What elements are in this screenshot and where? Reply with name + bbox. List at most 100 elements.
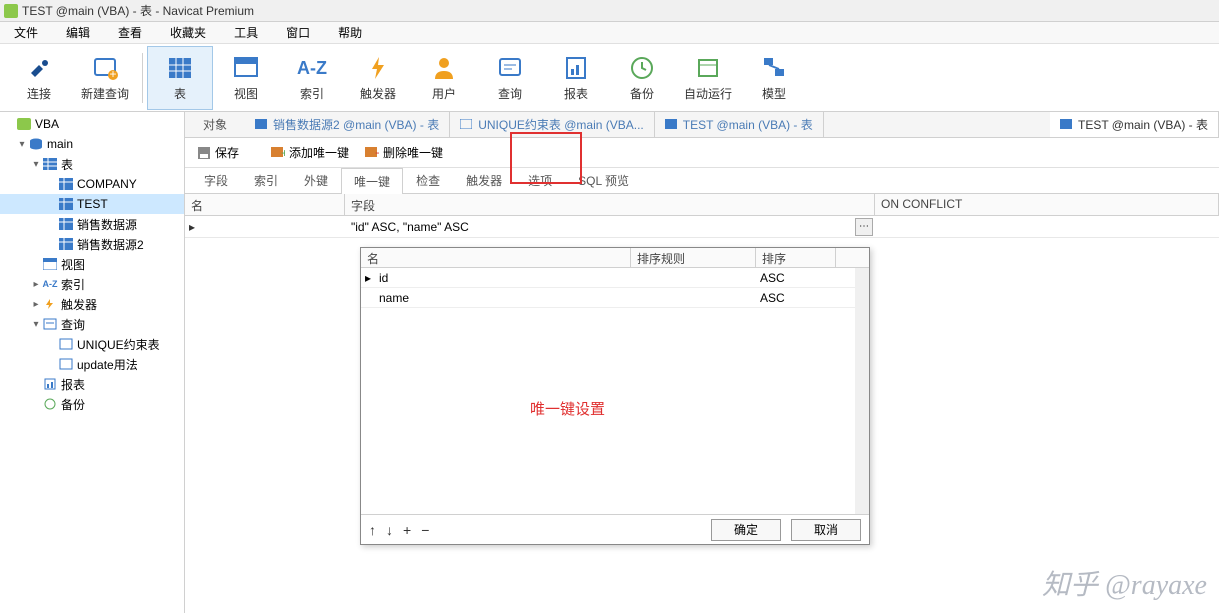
tree-schema-main[interactable]: ▾main (0, 134, 184, 154)
menu-help[interactable]: 帮助 (324, 22, 376, 43)
col-name[interactable]: 名 (185, 194, 345, 215)
grid-header: 名 字段 ON CONFLICT (185, 194, 1219, 216)
query-icon (460, 119, 474, 131)
tree-query-unique[interactable]: UNIQUE约束表 (0, 334, 184, 354)
cell-field[interactable]: "id" ASC, "name" ASC ⋯ (345, 218, 875, 236)
ribbon-auto[interactable]: 自动运行 (675, 46, 741, 110)
table-icon (58, 217, 74, 231)
delete-unique-button[interactable]: −删除唯一键 (359, 142, 449, 163)
grid-row[interactable]: ▸ "id" ASC, "name" ASC ⋯ (185, 216, 1219, 238)
menu-file[interactable]: 文件 (0, 22, 52, 43)
field-picker-popup: 名 排序规则 排序 ▸ id ASC name ASC ↑ ↓ + − 确定 取… (360, 247, 870, 545)
ok-button[interactable]: 确定 (711, 519, 781, 541)
trigger-icon (42, 297, 58, 311)
delete-icon: − (365, 147, 379, 159)
subtab-options[interactable]: 选项 (515, 167, 565, 193)
tree-db-vba[interactable]: VBA (0, 114, 184, 134)
expand-icon[interactable]: ▸ (30, 299, 42, 310)
ribbon-table[interactable]: 表 (147, 46, 213, 110)
subtab-sql[interactable]: SQL 预览 (565, 167, 642, 193)
expand-icon[interactable]: ▾ (30, 159, 42, 170)
add-unique-button[interactable]: +添加唯一键 (265, 142, 355, 163)
tree-table-sales1[interactable]: 销售数据源 (0, 214, 184, 234)
subtab-fields[interactable]: 字段 (191, 167, 241, 193)
separator (142, 53, 143, 103)
popup-col-order[interactable]: 排序 (756, 248, 836, 267)
tree-tables-folder[interactable]: ▾表 (0, 154, 184, 174)
tree-backup-folder[interactable]: 备份 (0, 394, 184, 414)
move-down-button[interactable]: ↓ (386, 522, 393, 538)
menu-edit[interactable]: 编辑 (52, 22, 104, 43)
ribbon-view[interactable]: 视图 (213, 46, 279, 110)
plug-icon (24, 53, 54, 83)
tree-table-test[interactable]: TEST (0, 194, 184, 214)
popup-row-id[interactable]: ▸ id ASC (361, 268, 855, 288)
subtab-triggers[interactable]: 触发器 (453, 167, 515, 193)
save-icon (197, 146, 211, 160)
col-conflict[interactable]: ON CONFLICT (875, 194, 1219, 215)
ribbon-report[interactable]: 报表 (543, 46, 609, 110)
subtab-check[interactable]: 检查 (403, 167, 453, 193)
popup-row-name[interactable]: name ASC (361, 288, 855, 308)
popup-col-sortrule[interactable]: 排序规则 (631, 248, 756, 267)
ribbon-index[interactable]: A-Z索引 (279, 46, 345, 110)
expand-icon[interactable]: ▸ (30, 279, 42, 290)
tree-triggers-folder[interactable]: ▸触发器 (0, 294, 184, 314)
ribbon-query[interactable]: 查询 (477, 46, 543, 110)
sidebar-tree: VBA ▾main ▾表 COMPANY TEST 销售数据源 销售数据源2 视… (0, 112, 185, 613)
backup-icon (42, 397, 58, 411)
user-icon (429, 53, 459, 83)
cell-name[interactable] (199, 225, 345, 229)
tree-reports-folder[interactable]: 报表 (0, 374, 184, 394)
report-icon (561, 53, 591, 83)
ribbon-trigger[interactable]: 触发器 (345, 46, 411, 110)
remove-row-button[interactable]: − (421, 522, 429, 538)
query-icon (58, 357, 74, 371)
menu-window[interactable]: 窗口 (272, 22, 324, 43)
popup-col-name[interactable]: 名 (361, 248, 631, 267)
ribbon-user[interactable]: 用户 (411, 46, 477, 110)
model-icon (759, 53, 789, 83)
tree-table-sales2[interactable]: 销售数据源2 (0, 234, 184, 254)
tree-query-update[interactable]: update用法 (0, 354, 184, 374)
tab-objects[interactable]: 对象 (185, 112, 245, 137)
lightning-icon (363, 53, 393, 83)
subtab-indexes[interactable]: 索引 (241, 167, 291, 193)
ribbon-backup[interactable]: 备份 (609, 46, 675, 110)
tree-indexes-folder[interactable]: ▸A-Z索引 (0, 274, 184, 294)
tab-sales2[interactable]: 销售数据源2 @main (VBA) - 表 (245, 112, 450, 137)
tree-queries-folder[interactable]: ▾查询 (0, 314, 184, 334)
tab-test1[interactable]: TEST @main (VBA) - 表 (655, 112, 824, 137)
ribbon-model[interactable]: 模型 (741, 46, 807, 110)
cancel-button[interactable]: 取消 (791, 519, 861, 541)
newquery-icon: + (90, 53, 120, 83)
editor-toolbar: 保存 +添加唯一键 −删除唯一键 (185, 138, 1219, 168)
subtab-fk[interactable]: 外键 (291, 167, 341, 193)
add-row-button[interactable]: + (403, 522, 411, 538)
svg-text:+: + (281, 147, 285, 159)
tab-strip: 对象 销售数据源2 @main (VBA) - 表 UNIQUE约束表 @mai… (185, 112, 1219, 138)
add-icon: + (271, 147, 285, 159)
subtab-unique[interactable]: 唯一键 (341, 168, 403, 194)
ribbon-newquery[interactable]: +新建查询 (72, 46, 138, 110)
window-title: TEST @main (VBA) - 表 - Navicat Premium (22, 2, 254, 19)
menu-favorites[interactable]: 收藏夹 (156, 22, 220, 43)
save-button[interactable]: 保存 (191, 142, 245, 163)
tree-views-folder[interactable]: 视图 (0, 254, 184, 274)
tree-table-company[interactable]: COMPANY (0, 174, 184, 194)
table-icon (58, 197, 74, 211)
index-icon: A-Z (297, 53, 327, 83)
tab-unique[interactable]: UNIQUE约束表 @main (VBA... (450, 112, 655, 137)
ellipsis-button[interactable]: ⋯ (855, 218, 873, 236)
ribbon-connect[interactable]: 连接 (6, 46, 72, 110)
row-marker-icon: ▸ (361, 271, 375, 285)
expand-icon[interactable]: ▾ (30, 319, 42, 330)
menu-view[interactable]: 查看 (104, 22, 156, 43)
expand-icon[interactable]: ▾ (16, 139, 28, 150)
menu-tools[interactable]: 工具 (220, 22, 272, 43)
popup-body: ▸ id ASC name ASC (361, 268, 869, 514)
table-icon (665, 119, 679, 131)
tab-test-active[interactable]: TEST @main (VBA) - 表 (1050, 112, 1219, 137)
col-field[interactable]: 字段 (345, 194, 875, 215)
move-up-button[interactable]: ↑ (369, 522, 376, 538)
